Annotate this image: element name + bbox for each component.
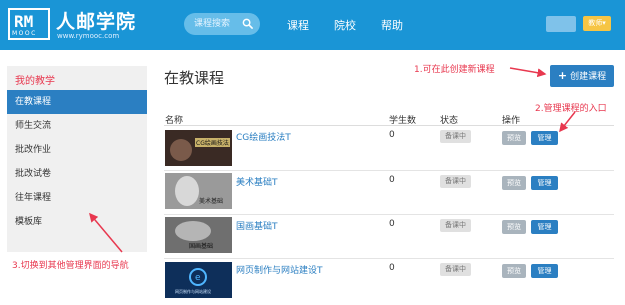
logo[interactable]: RM MOOC: [8, 8, 50, 40]
row-divider: [164, 170, 614, 171]
course-thumbnail[interactable]: e 网页制作与网站建设: [165, 262, 232, 298]
manage-button[interactable]: 管理: [531, 176, 558, 190]
user-role-badge[interactable]: 教师▾: [583, 16, 611, 31]
manage-button[interactable]: 管理: [531, 131, 558, 145]
sidebar-item-homework[interactable]: 批改作业: [7, 138, 147, 162]
nav-help[interactable]: 帮助: [381, 17, 403, 33]
page-title: 在教课程: [164, 69, 225, 87]
course-name[interactable]: 美术基础T: [236, 175, 278, 188]
sidebar: 我的教学 在教课程 师生交流 批改作业 批改试卷 往年课程 模板库: [7, 66, 147, 252]
sidebar-item-exams[interactable]: 批改试卷: [7, 162, 147, 186]
manage-button[interactable]: 管理: [531, 220, 558, 234]
brand-url: www.rymooc.com: [57, 32, 120, 40]
nav-schools[interactable]: 院校: [334, 17, 356, 33]
status-badge: 备课中: [440, 175, 471, 188]
annotation-nav: 3.切换到其他管理界面的导航: [12, 261, 129, 271]
preview-button[interactable]: 预览: [502, 176, 526, 190]
student-count: 0: [389, 130, 395, 140]
sidebar-item-communication[interactable]: 师生交流: [7, 114, 147, 138]
thumb-caption: 国画基础: [189, 242, 213, 250]
row-divider: [164, 214, 614, 215]
header-divider: [164, 125, 614, 126]
row-divider: [164, 258, 614, 259]
chevron-down-icon: ▾: [602, 19, 606, 27]
course-thumbnail[interactable]: 国画基础: [165, 217, 232, 253]
status-badge: 备课中: [440, 130, 471, 143]
preview-button[interactable]: 预览: [502, 131, 526, 145]
sidebar-item-templates[interactable]: 模板库: [7, 210, 147, 234]
thumb-caption: CG绘画技法: [196, 139, 229, 147]
annotation-manage: 2.管理课程的入口: [535, 104, 607, 114]
search-icon[interactable]: [242, 18, 253, 29]
preview-button[interactable]: 预览: [502, 264, 526, 278]
user-role-label: 教师: [588, 19, 603, 27]
search-box: [184, 13, 260, 35]
status-badge: 备课中: [440, 263, 471, 276]
create-course-button[interactable]: + 创建课程: [550, 65, 614, 87]
nav-courses[interactable]: 课程: [287, 17, 309, 33]
sidebar-item-teaching[interactable]: 在教课程: [7, 90, 147, 114]
course-name[interactable]: 国画基础T: [236, 219, 278, 232]
logo-glyph: RM: [14, 12, 34, 31]
sidebar-item-past-courses[interactable]: 往年课程: [7, 186, 147, 210]
create-course-label: 创建课程: [570, 72, 607, 82]
sidebar-title: 我的教学: [15, 76, 55, 87]
student-count: 0: [389, 175, 395, 185]
course-thumbnail[interactable]: CG绘画技法: [165, 130, 232, 166]
student-count: 0: [389, 263, 395, 273]
student-count: 0: [389, 219, 395, 229]
brand-name: 人邮学院: [56, 11, 137, 33]
status-badge: 备课中: [440, 219, 471, 232]
manage-button[interactable]: 管理: [531, 264, 558, 278]
thumb-caption: 美术基础: [199, 197, 223, 205]
thumb-caption: 网页制作与网站建设: [175, 288, 211, 294]
avatar[interactable]: [546, 16, 576, 32]
course-name[interactable]: CG绘画技法T: [236, 130, 291, 143]
top-header: RM MOOC 人邮学院 www.rymooc.com 课程 院校 帮助 教师▾: [0, 0, 625, 50]
preview-button[interactable]: 预览: [502, 220, 526, 234]
annotation-create: 1.可在此创建新课程: [414, 65, 495, 75]
e-logo-icon: e: [195, 273, 201, 283]
plus-icon: +: [557, 69, 568, 82]
course-thumbnail[interactable]: 美术基础: [165, 173, 232, 209]
course-name[interactable]: 网页制作与网站建设T: [236, 263, 323, 276]
search-input[interactable]: [194, 17, 246, 31]
logo-mooc-text: MOOC: [12, 30, 37, 37]
